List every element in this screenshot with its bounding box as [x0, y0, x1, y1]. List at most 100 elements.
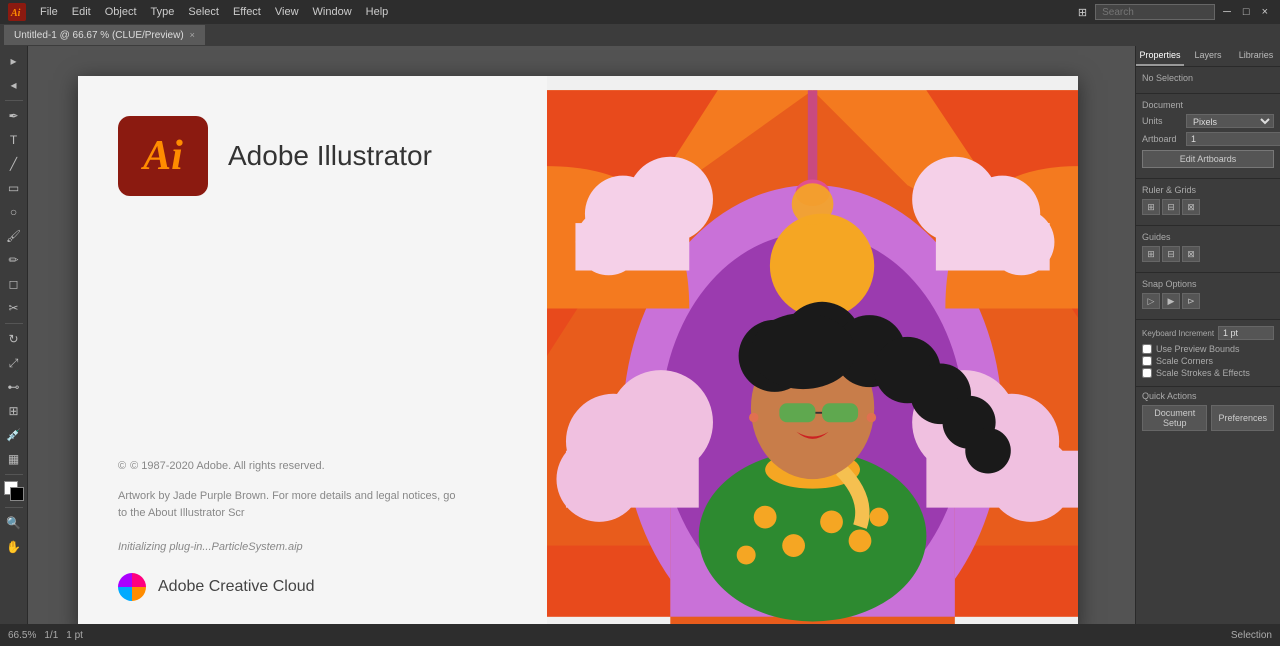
menu-help[interactable]: Help [360, 4, 395, 20]
menu-effect[interactable]: Effect [227, 4, 267, 20]
artboard-label: Artboard [1142, 134, 1182, 144]
brush-tool[interactable]: 🖌 [3, 225, 25, 247]
preview-bounds-label: Use Preview Bounds [1156, 344, 1240, 354]
tool-separator-3 [5, 474, 23, 475]
menu-edit[interactable]: Edit [66, 4, 97, 20]
quick-action-row: Document Setup Preferences [1142, 405, 1274, 431]
rect-tool[interactable]: ▭ [3, 177, 25, 199]
scissors-tool[interactable]: ✂ [3, 297, 25, 319]
right-panel: Properties Layers Libraries No Selection… [1135, 46, 1280, 624]
close-icon[interactable]: × [1258, 4, 1272, 20]
menu-file[interactable]: File [34, 4, 64, 20]
menu-right-controls: ⊞ ─ □ × [1074, 4, 1272, 21]
tab-layers[interactable]: Layers [1184, 46, 1232, 66]
rulers-grids-title: Ruler & Grids [1142, 185, 1274, 195]
splash-footer: Adobe Creative Cloud [118, 573, 507, 601]
pen-tool[interactable]: ✒ [3, 105, 25, 127]
splash-artwork-credit: Artwork by Jade Purple Brown. For more d… [118, 488, 458, 521]
ai-logo: Ai [118, 116, 208, 196]
snap-title: Snap Options [1142, 279, 1274, 289]
line-tool[interactable]: ╱ [3, 153, 25, 175]
canvas-area[interactable]: Ai Adobe Illustrator © © 1987-2020 Adobe… [28, 46, 1135, 624]
background-color[interactable] [10, 487, 24, 501]
tab-libraries[interactable]: Libraries [1232, 46, 1280, 66]
tool-separator-4 [5, 507, 23, 508]
maximize-icon[interactable]: □ [1239, 4, 1254, 20]
splash-footer-text: Adobe Creative Cloud [158, 578, 315, 596]
scale-corners-row: Scale Corners [1142, 356, 1274, 366]
quick-actions-section: Quick Actions Document Setup Preferences [1136, 387, 1280, 435]
main-layout: ▸ ◂ ✒ T ╱ ▭ ○ 🖌 ✏ ◻ ✂ ↻ ⤢ ⊷ ⊞ 💉 ▦ 🔍 ✋ [0, 46, 1280, 624]
splash-screen: Ai Adobe Illustrator © © 1987-2020 Adobe… [78, 76, 1078, 624]
grid2-icon[interactable]: ⊠ [1182, 199, 1200, 215]
guide-icon3[interactable]: ⊠ [1182, 246, 1200, 262]
guides-title: Guides [1142, 232, 1274, 242]
snap-section: Snap Options ▷ ▶ ⊳ [1136, 273, 1280, 320]
arrange-icon[interactable]: ⊞ [1074, 4, 1091, 21]
tab-close-btn[interactable]: × [190, 30, 195, 40]
splash-title: Adobe Illustrator [228, 140, 432, 172]
eraser-tool[interactable]: ◻ [3, 273, 25, 295]
preview-bounds-checkbox[interactable] [1142, 344, 1152, 354]
scale-tool[interactable]: ⤢ [3, 352, 25, 374]
units-select[interactable]: Pixels [1186, 114, 1274, 128]
document-section: Document Units Pixels Artboard ▼ Edit Ar… [1136, 94, 1280, 179]
ellipse-tool[interactable]: ○ [3, 201, 25, 223]
width-tool[interactable]: ⊷ [3, 376, 25, 398]
splash-left: Ai Adobe Illustrator © © 1987-2020 Adobe… [78, 76, 547, 624]
quick-actions-title: Quick Actions [1142, 391, 1274, 401]
menu-type[interactable]: Type [145, 4, 181, 20]
minimize-icon[interactable]: ─ [1219, 4, 1235, 20]
edit-artboards-btn[interactable]: Edit Artboards [1142, 150, 1274, 168]
app-logo-icon: Ai [8, 3, 26, 21]
selection-tool[interactable]: ▸ [3, 50, 25, 72]
color-boxes[interactable] [4, 481, 24, 501]
scale-strokes-checkbox[interactable] [1142, 368, 1152, 378]
menu-select[interactable]: Select [182, 4, 225, 20]
preferences-btn[interactable]: Preferences [1211, 405, 1274, 431]
size-info: 1 pt [66, 630, 83, 641]
splash-header: Ai Adobe Illustrator [118, 116, 507, 226]
keyboard-input[interactable] [1218, 326, 1274, 340]
tool-info: Selection [1231, 630, 1272, 641]
keyboard-row: Keyboard Increment [1142, 326, 1274, 340]
snap-icon1[interactable]: ▷ [1142, 293, 1160, 309]
search-input[interactable] [1095, 4, 1215, 20]
type-tool[interactable]: T [3, 129, 25, 151]
menu-object[interactable]: Object [99, 4, 143, 20]
eyedropper-tool[interactable]: 💉 [3, 424, 25, 446]
menu-view[interactable]: View [269, 4, 305, 20]
guide-icon2[interactable]: ⊟ [1162, 246, 1180, 262]
hand-tool[interactable]: ✋ [3, 536, 25, 558]
zoom-level[interactable]: 66.5% [8, 630, 36, 641]
guide-icon1[interactable]: ⊞ [1142, 246, 1160, 262]
tool-separator-1 [5, 100, 23, 101]
snap-icon3[interactable]: ⊳ [1182, 293, 1200, 309]
artboard-input[interactable] [1186, 132, 1280, 146]
document-setup-btn[interactable]: Document Setup [1142, 405, 1207, 431]
units-row: Units Pixels [1142, 114, 1274, 128]
pencil-tool[interactable]: ✏ [3, 249, 25, 271]
grid-icon[interactable]: ⊟ [1162, 199, 1180, 215]
zoom-tool[interactable]: 🔍 [3, 512, 25, 534]
left-toolbar: ▸ ◂ ✒ T ╱ ▭ ○ 🖌 ✏ ◻ ✂ ↻ ⤢ ⊷ ⊞ 💉 ▦ 🔍 ✋ [0, 46, 28, 624]
scale-strokes-row: Scale Strokes & Effects [1142, 368, 1274, 378]
free-transform-tool[interactable]: ⊞ [3, 400, 25, 422]
document-title: Document [1142, 100, 1274, 110]
gradient-tool[interactable]: ▦ [3, 448, 25, 470]
tab-bar: Untitled-1 @ 66.67 % (CLUE/Preview) × [0, 24, 1280, 46]
scale-corners-checkbox[interactable] [1142, 356, 1152, 366]
status-bar: 66.5% 1/1 1 pt Selection [0, 624, 1280, 646]
rulers-grids-section: Ruler & Grids ⊞ ⊟ ⊠ [1136, 179, 1280, 226]
rotate-tool[interactable]: ↻ [3, 328, 25, 350]
copyright-text: © 1987-2020 Adobe. All rights reserved. [130, 460, 325, 472]
splash-logo-area: Ai Adobe Illustrator [118, 116, 507, 196]
menu-window[interactable]: Window [307, 4, 358, 20]
direct-select-tool[interactable]: ◂ [3, 74, 25, 96]
copyright-symbol: © [118, 460, 126, 472]
ruler-icon[interactable]: ⊞ [1142, 199, 1160, 215]
snap-icon2[interactable]: ▶ [1162, 293, 1180, 309]
document-tab[interactable]: Untitled-1 @ 66.67 % (CLUE/Preview) × [4, 25, 205, 45]
tab-properties[interactable]: Properties [1136, 46, 1184, 66]
splash-initializing: Initializing plug-in...ParticleSystem.ai… [118, 541, 507, 553]
